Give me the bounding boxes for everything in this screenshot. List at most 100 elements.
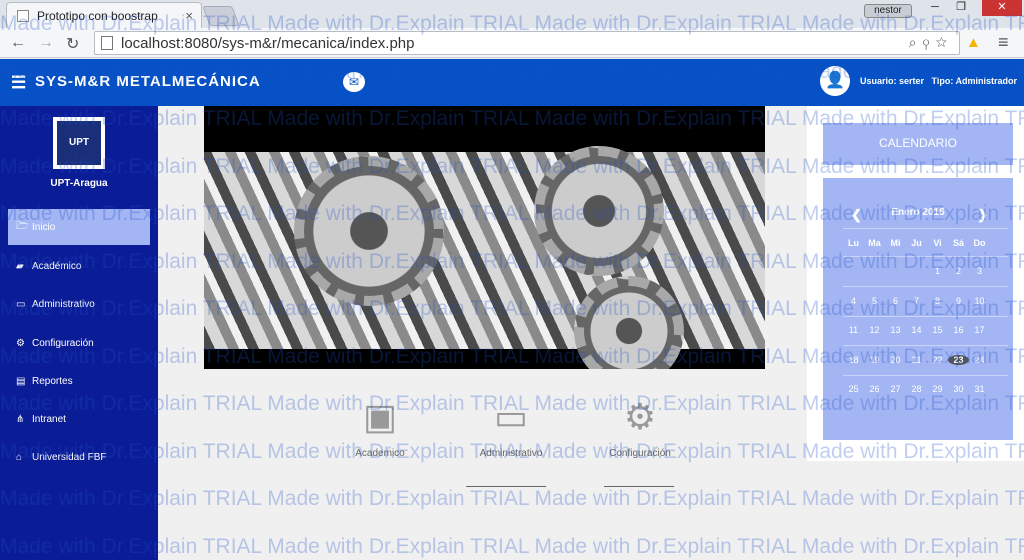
calendar-day[interactable]: 14 [906,325,927,335]
calendar-divider [843,228,1008,229]
calendar-divider [843,345,1008,346]
calendar-day-today[interactable]: 23 [948,354,969,365]
omnibox-icons[interactable]: ⌕⚲☆ [909,34,953,51]
shortcut-administrativo[interactable]: ▭ Administrativo [466,396,556,459]
new-tab-button[interactable] [202,6,240,26]
calendar-week-row: 18 19 20 21 22 23 24 [843,354,1008,365]
calendar-day[interactable]: 22 [927,355,948,365]
calendar-day[interactable]: 21 [906,355,927,365]
sidebar-item-intranet[interactable]: ⋔ Intranet [8,401,150,437]
tab-close-icon[interactable]: × [185,8,193,23]
sidebar-item-label: Universidad FBF [32,451,107,463]
gear-icon: ⚙ [623,396,657,437]
calendar-day [843,266,864,276]
sidebar-item-academico[interactable]: ▰ Académico [8,248,150,284]
calendar-day[interactable]: 20 [885,355,906,365]
calendar-day[interactable]: 5 [864,296,885,306]
calendar-day[interactable]: 4 [843,296,864,306]
close-window-icon[interactable]: ✕ [982,0,1022,16]
calendar-day[interactable]: 30 [948,384,969,394]
envelope-icon[interactable]: ✉ [343,72,365,92]
profile-button[interactable]: nestor [864,4,912,18]
calendar-day[interactable]: 17 [969,325,990,335]
sidebar-item-label: Intranet [32,413,66,425]
page-icon [101,36,113,50]
logo-text: UPT [57,121,101,165]
calendar-day[interactable]: 31 [969,384,990,394]
gears-icon: ⚙ [16,337,25,349]
calendar-day[interactable]: 15 [927,325,948,335]
sidebar: UPT UPT-Aragua 🗁 Inicio ▰ Académico ▭ Ad… [0,106,158,560]
calendar-day[interactable]: 16 [948,325,969,335]
forward-icon[interactable]: → [38,34,54,52]
weekday-label: Lu [848,238,859,248]
sidebar-item-label: Reportes [32,375,73,387]
drive-extension-icon[interactable]: ▲ [966,34,986,52]
calendar-day[interactable]: 1 [927,266,948,276]
tab-title: Prototipo con boostrap [37,8,158,23]
calendar-day[interactable]: 7 [906,296,927,306]
weekday-label: Vi [933,238,942,248]
calendar-day[interactable]: 26 [864,384,885,394]
calendar-day [864,266,885,276]
calendar-week-row: 123 [843,266,1008,276]
calendar-next-icon[interactable]: ❯ [977,207,988,223]
url-text: localhost:8080/sys-m&r/mecanica/index.ph… [121,34,415,52]
calendar-day[interactable]: 9 [948,296,969,306]
sidebar-item-inicio[interactable]: 🗁 Inicio [8,209,150,245]
calendar-day[interactable]: 29 [927,384,948,394]
app-brand[interactable]: SYS-M&R METALMECÁNICA [35,73,261,90]
weekday-label: Mi [890,238,901,248]
reload-icon[interactable]: ↻ [66,34,79,54]
calendar-day[interactable]: 18 [843,355,864,365]
shortcut-academico[interactable]: ▣ Academico [340,396,420,459]
app-header: ☰ SYS-M&R METALMECÁNICA ✉ 👤 Usuario: ser… [0,59,1024,106]
url-input[interactable]: localhost:8080/sys-m&r/mecanica/index.ph… [94,31,960,55]
shortcut-configuracion[interactable]: ⚙ Configuración [598,396,682,459]
hamburger-icon[interactable]: ☰ [11,73,26,93]
user-avatar-icon[interactable]: 👤 [820,66,850,96]
calendar-day[interactable]: 19 [864,355,885,365]
sidebar-item-reportes[interactable]: ▤ Reportes [8,363,150,399]
weekday-label: Sá [952,238,964,248]
calendar-day[interactable]: 12 [864,325,885,335]
calendar-day[interactable]: 10 [969,296,990,306]
calendar-day[interactable]: 13 [885,325,906,335]
calendar-divider [843,374,1008,376]
sidebar-item-configuracion[interactable]: ⚙ Configuración [8,325,150,361]
calendar-day[interactable]: 11 [843,325,864,335]
calendar-week-row: 25 26 27 28 29 30 31 [843,384,1008,394]
back-icon[interactable]: ← [10,34,26,52]
user-info: Usuario: serter Tipo: Administrador [860,76,1017,86]
folder-open-icon: 🗁 [16,220,29,232]
calendar-day [885,266,906,276]
calendar-day[interactable]: 2 [948,266,969,276]
wallet-icon: ▣ [362,396,397,437]
browser-menu-icon[interactable]: ≡ [998,32,1009,53]
browser-tab[interactable]: Prototipo con boostrap × [6,2,202,28]
weekday-label: Ju [911,238,922,248]
calendar-divider [843,286,1008,287]
book-icon: ▰ [16,260,24,272]
sidebar-item-label: Inicio [32,221,56,233]
hero-banner-image [204,106,765,369]
shortcut-underline [466,486,546,487]
calendar-day[interactable]: 28 [906,384,927,394]
minimize-icon[interactable]: ─ [922,0,948,16]
file-icon: ▤ [16,375,26,387]
calendar-day[interactable]: 25 [843,384,864,394]
sidebar-item-label: Académico [32,260,82,272]
university-logo: UPT [53,117,105,169]
sidebar-item-universidad-fbf[interactable]: ⌂ Universidad FBF [8,439,150,475]
calendar-day[interactable]: 8 [927,296,948,306]
calendar-day [906,266,927,276]
sidebar-item-administrativo[interactable]: ▭ Administrativo [8,286,150,322]
calendar-day[interactable]: 24 [969,355,990,365]
gear-shape [294,156,444,306]
maximize-icon[interactable]: ❐ [948,0,974,16]
calendar-day[interactable]: 27 [885,384,906,394]
user-type: Tipo: Administrador [931,76,1018,86]
shortcut-label: Academico [355,448,405,459]
calendar-day[interactable]: 3 [969,266,990,276]
calendar-day[interactable]: 6 [885,296,906,306]
